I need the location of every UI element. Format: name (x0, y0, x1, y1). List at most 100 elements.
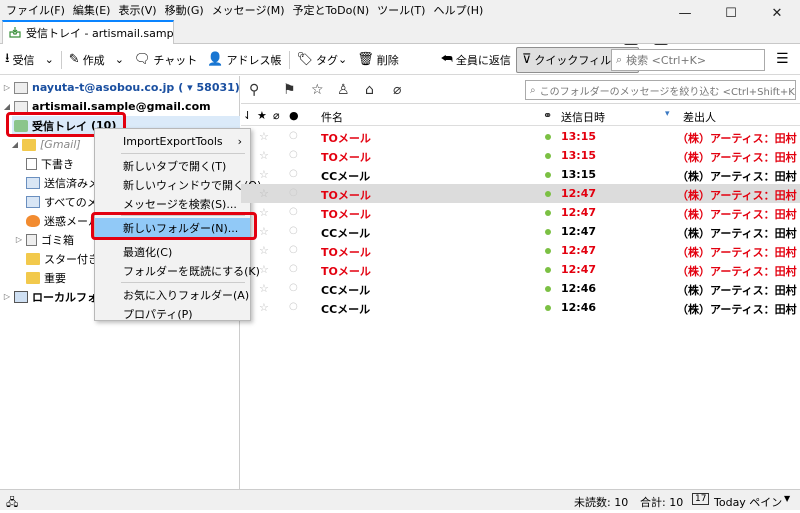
table-row[interactable]: ☆ ○ CCメール 13:15 （株）アーティス：田村 (241, 165, 800, 184)
table-row[interactable]: ☆ ○ CCメール 12:46 （株）アーティス：田村 (241, 298, 800, 317)
junk-icon[interactable]: ○ (289, 187, 298, 198)
column-sender[interactable]: 差出人 (683, 109, 716, 125)
menu-help[interactable]: ヘルプ(H) (431, 2, 489, 18)
folder-trash[interactable]: ▷ ゴミ箱 (14, 230, 74, 249)
star-icon[interactable]: ☆ (259, 282, 269, 295)
unread-dot-icon[interactable] (545, 134, 551, 140)
fire-icon (26, 214, 40, 227)
folder-account-nayuta[interactable]: ▷ nayuta-t@asobou.co.jp ( ▾ 58031) (2, 78, 240, 97)
compose-dropdown[interactable]: ⌄ (110, 47, 129, 73)
menu-tools[interactable]: ツール(T) (375, 2, 431, 18)
unread-dot-icon[interactable] (545, 191, 551, 197)
star-icon[interactable]: ☆ (259, 206, 269, 219)
menu-favorite-folder[interactable]: お気に入りフォルダー(A) (95, 285, 250, 304)
chat-button[interactable]: 🗨 チャット (129, 47, 202, 73)
tag-button[interactable]: 🏷 タグ ⌄ (292, 47, 353, 73)
unread-dot-icon[interactable] (545, 286, 551, 292)
menu-open-new-window[interactable]: 新しいウィンドウで開く(O) (95, 175, 261, 194)
menu-edit[interactable]: 編集(E) (71, 2, 117, 18)
menu-calendar[interactable]: 予定とToDo(N) (291, 2, 376, 18)
read-column-icon[interactable]: ⚭ (543, 109, 552, 122)
folder-gmail[interactable]: ◢ [Gmail] (10, 135, 81, 154)
bookmark-icon[interactable]: ⚑ (283, 82, 296, 98)
unread-dot-icon[interactable] (545, 172, 551, 178)
hamburger-menu-icon[interactable]: ☰ (776, 51, 789, 67)
junk-column-icon[interactable]: ● (289, 109, 299, 122)
menu-compact[interactable]: 最適化(C) (95, 242, 250, 261)
table-row[interactable]: ☆ ○ CCメール 12:46 （株）アーティス：田村 (241, 279, 800, 298)
star-icon[interactable]: ☆ (259, 149, 269, 162)
folder-all-mail[interactable]: すべてのメ (24, 192, 98, 211)
folder-spam[interactable]: 迷惑メール (24, 211, 99, 230)
addressbook-button[interactable]: 👤 アドレス帳 (202, 47, 286, 73)
reply-all-button[interactable]: ⮪ 全員に返信 (436, 47, 516, 73)
junk-icon[interactable]: ○ (289, 263, 298, 274)
receive-dropdown[interactable]: ⌄ (40, 47, 59, 73)
tab-inbox[interactable]: 受信トレイ - artismail.sample@g (2, 20, 174, 44)
compose-button[interactable]: ✎ 作成 (64, 47, 110, 73)
folder-filter-input[interactable]: ⌕ このフォルダーのメッセージを絞り込む <Ctrl+Shift+K> (525, 80, 796, 100)
star-icon[interactable]: ☆ (259, 244, 269, 257)
table-row[interactable]: ☆ ○ TOメール 12:47 （株）アーティス：田村 (241, 241, 800, 260)
menu-import-export[interactable]: ImportExportTools › (95, 132, 250, 151)
folder-drafts[interactable]: 下書き (24, 154, 74, 173)
search-input[interactable]: ⌕ 検索 <Ctrl+K> (611, 49, 765, 71)
unread-dot-icon[interactable] (545, 305, 551, 311)
junk-icon[interactable]: ○ (289, 206, 298, 217)
delete-button[interactable]: 🗑 削除 (352, 47, 404, 73)
junk-icon[interactable]: ○ (289, 168, 298, 179)
chevron-down-icon[interactable]: ▼ (784, 494, 790, 503)
star-column-icon[interactable]: ★ (257, 109, 267, 122)
attachment-column-icon[interactable]: ⌀ (273, 109, 280, 122)
attachment-icon[interactable]: ⌀ (393, 82, 401, 98)
menu-view[interactable]: 表示(V) (116, 2, 162, 18)
table-row[interactable]: ☆ ○ TOメール 12:47 （株）アーティス：田村 (241, 260, 800, 279)
table-row[interactable]: ☆ ○ TOメール 12:47 （株）アーティス：田村 (241, 203, 800, 222)
table-row[interactable]: ☆ ○ TOメール 13:15 （株）アーティス：田村 (241, 127, 800, 146)
table-row[interactable]: ☆ ○ CCメール 12:47 （株）アーティス：田村 (241, 222, 800, 241)
junk-icon[interactable]: ○ (289, 225, 298, 236)
unread-dot-icon[interactable] (545, 210, 551, 216)
column-subject[interactable]: 件名 (321, 109, 343, 125)
menu-file[interactable]: ファイル(F) (4, 2, 71, 18)
unread-dot-icon[interactable] (545, 229, 551, 235)
contact-icon[interactable]: ♙ (337, 82, 350, 98)
folder-account-gmail[interactable]: ◢ artismail.sample@gmail.com (2, 97, 211, 116)
junk-icon[interactable]: ○ (289, 130, 298, 141)
column-date[interactable]: 送信日時 (561, 109, 605, 125)
table-row[interactable]: ☆ ○ TOメール 12:47 （株）アーティス：田村 (241, 184, 800, 203)
pin-icon[interactable]: ⚲ (249, 82, 259, 98)
thread-column-icon[interactable]: ⇃ (243, 109, 252, 122)
star-icon[interactable]: ☆ (259, 263, 269, 276)
menu-search-messages[interactable]: メッセージを検索(S)... (95, 194, 250, 213)
message-date: 12:47 (561, 225, 597, 238)
unread-dot-icon[interactable] (545, 153, 551, 159)
star-icon[interactable]: ☆ (311, 82, 324, 98)
menu-message[interactable]: メッセージ(M) (210, 2, 291, 18)
menu-new-folder[interactable]: 新しいフォルダー(N)... (95, 218, 250, 237)
star-icon[interactable]: ☆ (259, 301, 269, 314)
menu-properties[interactable]: プロパティ(P) (95, 304, 250, 323)
star-icon[interactable]: ☆ (259, 225, 269, 238)
star-icon[interactable]: ☆ (259, 168, 269, 181)
folder-important[interactable]: 重要 (24, 268, 66, 287)
star-icon[interactable]: ☆ (259, 187, 269, 200)
junk-icon[interactable]: ○ (289, 244, 298, 255)
receive-button[interactable]: ⭳ 受信 (0, 47, 40, 73)
menu-mark-read[interactable]: フォルダーを既読にする(K) (95, 261, 260, 280)
folder-starred[interactable]: スター付き (24, 249, 99, 268)
menu-go[interactable]: 移動(G) (163, 2, 210, 18)
table-row[interactable]: ☆ ○ TOメール 13:15 （株）アーティス：田村 (241, 146, 800, 165)
folder-sent[interactable]: 送信済みメ (24, 173, 99, 192)
unread-dot-icon[interactable] (545, 267, 551, 273)
today-pane-button[interactable]: Today ペイン (714, 494, 782, 510)
menu-open-new-tab[interactable]: 新しいタブで開く(T) (95, 156, 250, 175)
unread-dot-icon[interactable] (545, 248, 551, 254)
star-icon[interactable]: ☆ (259, 130, 269, 143)
tag-icon[interactable]: ⌂ (365, 82, 374, 98)
junk-icon[interactable]: ○ (289, 149, 298, 160)
junk-icon[interactable]: ○ (289, 282, 298, 293)
today-pane-icon[interactable]: 17 (692, 493, 710, 505)
junk-icon[interactable]: ○ (289, 301, 298, 312)
trash-icon (26, 233, 37, 246)
